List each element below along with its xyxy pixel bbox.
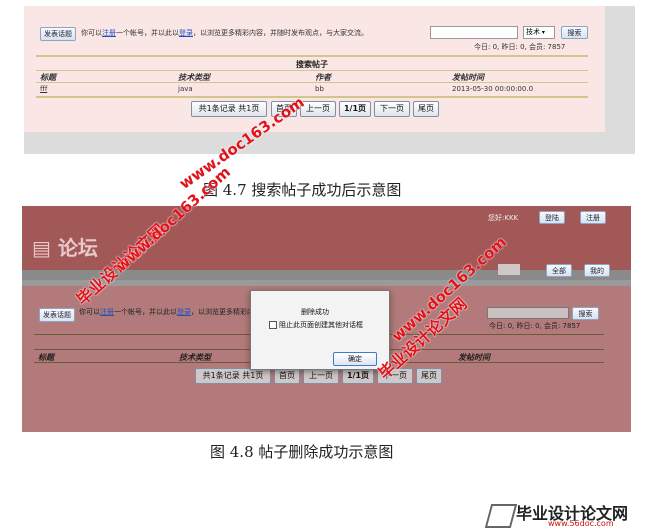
row-time: 2013-05-30 00:00:00.0 [452,85,534,93]
register-link[interactable]: 注册 [102,29,116,37]
intro-text: 你可以注册一个帐号，并以此以登录，以浏览更多精彩内容，并随时发布观点，与大家交流… [81,28,368,38]
search-button[interactable]: 搜索 [561,26,588,39]
login-button[interactable]: 登陆 [539,211,565,224]
footer-site-url: www.56doc.com [548,519,614,528]
pager-summary: 共1条记录 共1页 [195,368,271,384]
logo: ▤ 论坛 [32,232,98,261]
intro-pre: 你可以 [79,308,100,316]
divider [36,96,588,98]
dialog-checkbox-label: 阻止此页面创建其他对话框 [279,321,363,329]
pager-current: 1/1页 [339,101,371,117]
divider [36,82,588,83]
book-icon: ▤ [32,236,51,260]
dialog-message: 删除成功 [301,308,329,316]
pager-summary: 共1条记录 共1页 [191,101,267,117]
search-button[interactable]: 搜索 [572,307,599,320]
search-select[interactable]: 技术 ▾ [523,26,555,39]
pager-prev-button[interactable]: 上一页 [303,368,339,384]
forum-panel: 发表话题 你可以注册一个帐号，并以此以登录，以浏览更多精彩内容，并随时发布观点，… [24,6,605,132]
logo-text: 论坛 [57,236,98,260]
divider [36,70,588,71]
table-title: 搜索帖子 [296,60,328,69]
login-link[interactable]: 登录 [179,29,193,37]
pager-first-button[interactable]: 首页 [274,368,300,384]
register-link[interactable]: 注册 [100,308,114,316]
alert-dialog: 删除成功 阻止此页面创建其他对话框 确定 [250,290,390,370]
row-title-link[interactable]: fff [40,85,47,93]
register-button[interactable]: 注册 [580,211,606,224]
post-topic-button[interactable]: 发表话题 [39,308,75,322]
row-type: java [178,85,193,93]
figure-caption-2: 图 4.8 帖子删除成功示意图 [210,443,394,461]
stats-text: 今日: 0, 昨日: 0, 会员: 7857 [489,322,581,330]
divider [36,55,588,57]
dialog-checkbox[interactable] [269,321,277,329]
figure-caption-1: 图 4.7 搜索帖子成功后示意图 [203,181,402,199]
pager-next-button[interactable]: 下一页 [374,101,410,117]
pager-last-button[interactable]: 尾页 [416,368,442,384]
login-link[interactable]: 登录 [177,308,191,316]
row-author: bb [315,85,324,93]
footer-logo: 毕业设计论文网 www.56doc.com [484,500,650,530]
logo-mark-icon [484,504,518,528]
pager-last-button[interactable]: 尾页 [413,101,439,117]
greeting: 您好:KKK [488,214,519,222]
stats-text: 今日: 0, 昨日: 0, 会员: 7857 [474,43,566,51]
intro-mid: 一个帐号，并以此以 [116,29,179,37]
figure-delete-success: ▤ 论坛 您好:KKK 登陆 注册 全部 我的 发表话题 你可以注册一个帐号，并… [22,206,631,432]
tab-mine[interactable]: 我的 [584,264,610,277]
tab-all[interactable]: 全部 [546,264,572,277]
chevron-down-icon: ▾ [540,29,545,36]
intro-mid: 一个帐号，并以此以 [114,308,177,316]
search-input[interactable] [487,307,569,319]
intro-pre: 你可以 [81,29,102,37]
pager-current: 1/1页 [342,368,374,384]
post-topic-button[interactable]: 发表话题 [40,27,76,41]
dialog-ok-button[interactable]: 确定 [333,352,377,366]
search-input[interactable] [430,26,518,39]
tab-item[interactable] [498,264,520,275]
figure-search-success: 发表话题 你可以注册一个帐号，并以此以登录，以浏览更多精彩内容，并随时发布观点，… [24,6,635,154]
intro-post: ，以浏览更多精彩内容，并随时发布观点，与大家交流。 [193,29,368,37]
search-select-value: 技术 [526,28,540,36]
